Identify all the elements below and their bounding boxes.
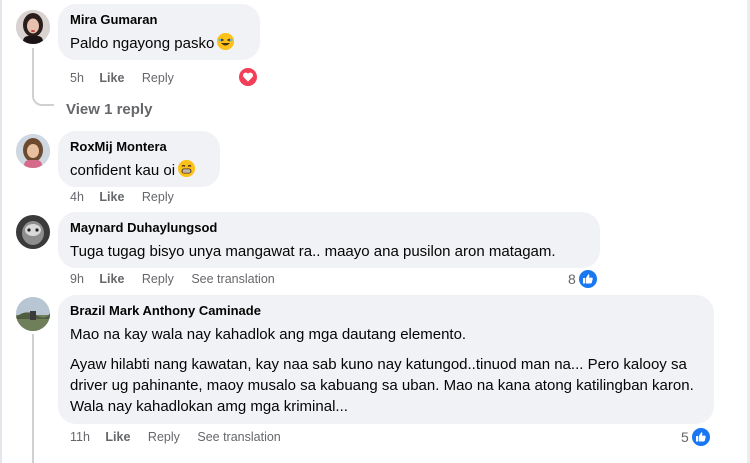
avatar-image: [16, 215, 50, 249]
view-replies-link[interactable]: View 1 reply: [66, 101, 152, 118]
like-button[interactable]: Like: [105, 430, 130, 444]
see-translation-link[interactable]: See translation: [191, 272, 274, 286]
avatar-image: [16, 134, 50, 168]
comment-paragraph: Mao na kay wala nay kahadlok ang mga dau…: [70, 326, 467, 343]
comment-text-content: confident kau oi: [70, 162, 176, 179]
avatar[interactable]: [16, 297, 50, 331]
comment-time[interactable]: 5h: [70, 71, 84, 85]
comment-text: confident kau oi: [70, 160, 208, 181]
comment-text: Paldo ngayong pasko: [70, 33, 248, 54]
comment-author[interactable]: RoxMij Montera: [70, 138, 208, 155]
comment-bubble: Mira Gumaran Paldo ngayong pasko: [58, 4, 260, 60]
like-button[interactable]: Like: [99, 272, 124, 286]
comment-text: Mao na kay wala nay kahadlok ang mga dau…: [70, 324, 702, 417]
comment-bubble: Maynard Duhaylungsod Tuga tugag bisyo un…: [58, 212, 600, 268]
like-button[interactable]: Like: [99, 190, 124, 204]
reply-button[interactable]: Reply: [142, 71, 174, 85]
comment-author[interactable]: Mira Gumaran: [70, 11, 248, 28]
like-icon: [577, 269, 598, 289]
reaction-count: 5: [681, 429, 689, 445]
love-icon: [238, 67, 258, 87]
comment-actions: 9h Like Reply See translation: [70, 271, 289, 287]
reaction-summary[interactable]: [238, 67, 258, 87]
comment-author[interactable]: Brazil Mark Anthony Caminade: [70, 302, 702, 319]
comment-time[interactable]: 9h: [70, 272, 84, 286]
see-translation-link[interactable]: See translation: [197, 430, 280, 444]
reaction-summary[interactable]: 8: [568, 269, 598, 289]
like-icon: [690, 427, 711, 447]
comment-text: Tuga tugag bisyo unya mangawat ra.. maay…: [70, 243, 556, 260]
comment-bubble: RoxMij Montera confident kau oi: [58, 131, 220, 187]
like-button[interactable]: Like: [99, 71, 124, 85]
comment-paragraph: Ayaw hilabti nang kawatan, kay naa sab k…: [70, 356, 694, 415]
reply-thread-line: [32, 48, 54, 106]
laughing-emoji-icon: [217, 33, 235, 50]
comment-actions: 4h Like Reply: [70, 189, 188, 205]
reply-button[interactable]: Reply: [148, 430, 180, 444]
left-border: [0, 0, 2, 463]
avatar-image: [16, 10, 50, 44]
comment-bubble: Brazil Mark Anthony Caminade Mao na kay …: [58, 295, 714, 424]
comment-actions: 11h Like Reply See translation: [70, 429, 295, 445]
reply-button[interactable]: Reply: [142, 272, 174, 286]
reaction-summary[interactable]: 5: [681, 427, 711, 447]
reply-button[interactable]: Reply: [142, 190, 174, 204]
avatar[interactable]: [16, 215, 50, 249]
reply-thread-line: [32, 334, 34, 463]
comment-actions: 5h Like Reply: [70, 70, 188, 86]
avatar[interactable]: [16, 134, 50, 168]
avatar[interactable]: [16, 10, 50, 44]
grinning-emoji-icon: [178, 160, 196, 177]
comment-time[interactable]: 11h: [70, 430, 90, 444]
reaction-count: 8: [568, 271, 576, 287]
avatar-image: [16, 297, 50, 331]
comment-author[interactable]: Maynard Duhaylungsod: [70, 219, 588, 236]
comment-text-content: Paldo ngayong pasko: [70, 35, 215, 52]
comment-time[interactable]: 4h: [70, 190, 84, 204]
